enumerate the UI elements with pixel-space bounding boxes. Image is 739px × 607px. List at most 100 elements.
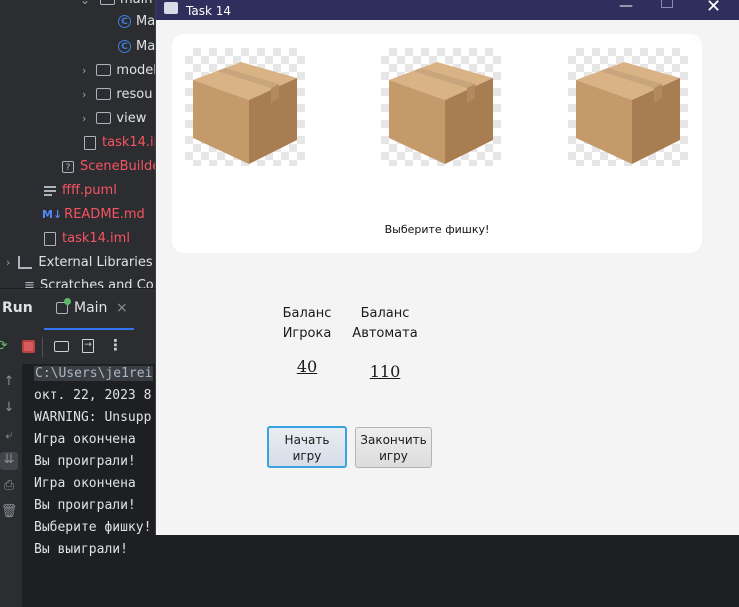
tree-item-scratches[interactable]: ≡ Scratches and Co bbox=[24, 276, 154, 288]
player-balance-value: 40 bbox=[296, 357, 318, 376]
player-balance-label: Баланс Игрока bbox=[271, 304, 343, 344]
stop-icon[interactable] bbox=[22, 340, 35, 353]
tree-item-label: view bbox=[116, 111, 147, 126]
tree-item-task14-iml[interactable]: task14.iml bbox=[44, 228, 130, 250]
scroll-to-end-icon[interactable]: ⇊ bbox=[0, 452, 18, 470]
console-line: Выберите фишку! bbox=[34, 520, 152, 535]
tree-item-label: model bbox=[116, 63, 157, 78]
app-icon bbox=[164, 2, 178, 14]
markdown-icon: M↓ bbox=[42, 208, 63, 221]
tree-item-class-2[interactable]: C Ma bbox=[118, 36, 155, 58]
exit-icon[interactable]: → bbox=[82, 339, 94, 353]
chip-box-1[interactable] bbox=[185, 48, 305, 166]
console-line: WARNING: Unsupp bbox=[34, 410, 152, 425]
arrow-down-icon[interactable]: ↓ bbox=[0, 400, 18, 418]
tree-item-ffff-puml[interactable]: ffff.puml bbox=[44, 180, 117, 202]
file-icon bbox=[84, 135, 96, 150]
tab-main-label: Main bbox=[74, 300, 108, 316]
machine-balance-label: Баланс Автомата bbox=[348, 304, 422, 344]
folder-icon bbox=[100, 0, 115, 5]
tree-item-label: SceneBuilde bbox=[80, 159, 161, 174]
chevron-right-icon[interactable]: › bbox=[82, 88, 86, 101]
file-icon bbox=[44, 231, 56, 246]
console-line: окт. 22, 2023 8 bbox=[34, 388, 152, 403]
button-label-line: игру bbox=[292, 449, 322, 463]
tree-item-class-1[interactable]: C Ma bbox=[118, 11, 155, 33]
label-line: Автомата bbox=[352, 326, 418, 341]
tree-item-readme[interactable]: M↓ README.md bbox=[42, 204, 145, 226]
tree-item-label: Ma bbox=[136, 39, 156, 54]
tree-item-resources[interactable]: › resou bbox=[82, 84, 152, 106]
window-titlebar[interactable]: Task 14 — ✕ bbox=[156, 0, 739, 20]
tree-item-label: resou bbox=[116, 87, 153, 102]
tree-item-model[interactable]: › model bbox=[82, 60, 157, 82]
rerun-icon[interactable]: ⟳ bbox=[0, 338, 8, 354]
chevron-right-icon[interactable]: › bbox=[6, 256, 10, 269]
camera-icon[interactable] bbox=[54, 341, 69, 352]
trash-icon[interactable]: 🗑 bbox=[0, 504, 18, 522]
tab-main[interactable]: Main × bbox=[44, 292, 134, 330]
tree-item-label: Scratches and Co bbox=[40, 278, 154, 288]
cardboard-box-icon bbox=[193, 62, 297, 164]
chip-selection-card: Выберите фишку! bbox=[172, 34, 702, 253]
panel-divider bbox=[0, 288, 155, 289]
arrow-up-icon[interactable]: ↑ bbox=[0, 374, 18, 392]
soft-wrap-icon[interactable]: ⤶ bbox=[0, 428, 18, 446]
machine-balance-value: 110 bbox=[369, 362, 401, 381]
tree-item-label: Ma bbox=[136, 14, 156, 29]
cardboard-box-icon bbox=[389, 62, 493, 164]
button-label-line: Начать bbox=[284, 433, 330, 447]
chevron-right-icon[interactable]: › bbox=[82, 64, 86, 77]
label-line: Баланс bbox=[282, 306, 332, 321]
folder-icon bbox=[96, 87, 112, 100]
help-icon: ? bbox=[62, 160, 74, 173]
maximize-icon[interactable] bbox=[661, 0, 673, 8]
console-line: Игра окончена bbox=[34, 432, 136, 447]
print-icon[interactable]: ⎙ bbox=[0, 478, 18, 496]
class-icon: C bbox=[118, 15, 131, 28]
run-panel-title: Run bbox=[2, 300, 33, 316]
folder-icon bbox=[96, 111, 112, 124]
start-game-button[interactable]: Начать игру bbox=[267, 426, 347, 468]
hint-text: Выберите фишку! bbox=[384, 223, 490, 236]
tree-item-label: ffff.puml bbox=[62, 183, 117, 198]
chip-box-2[interactable] bbox=[381, 48, 501, 166]
minimize-icon[interactable]: — bbox=[619, 0, 633, 14]
console-line: Игра окончена bbox=[34, 476, 136, 491]
class-icon: C bbox=[118, 40, 131, 53]
label-line: Игрока bbox=[282, 326, 332, 341]
tree-item-label: README.md bbox=[64, 207, 145, 222]
chevron-right-icon[interactable]: › bbox=[82, 112, 86, 125]
tree-item-task14-iml-inner[interactable]: task14.im bbox=[84, 132, 166, 154]
cardboard-box-icon bbox=[576, 62, 680, 164]
more-options-icon[interactable]: ⋮ bbox=[108, 336, 123, 354]
label-line: Баланс bbox=[360, 306, 410, 321]
close-icon[interactable]: ✕ bbox=[706, 0, 721, 17]
tree-item-main[interactable]: ⌄ main bbox=[80, 0, 152, 11]
tree-item-label: task14.iml bbox=[62, 231, 130, 246]
toolbar-separator bbox=[42, 337, 43, 357]
tree-item-label: External Libraries bbox=[38, 255, 153, 270]
console-line: Вы выиграли! bbox=[34, 542, 128, 557]
button-label-line: Закончить bbox=[360, 433, 427, 447]
console-line: C:\Users\je1rei bbox=[34, 366, 154, 381]
chip-box-3[interactable] bbox=[568, 48, 688, 166]
chevron-down-icon[interactable]: ⌄ bbox=[80, 0, 90, 11]
folder-icon bbox=[96, 63, 112, 76]
console-line: Вы проиграли! bbox=[34, 498, 136, 513]
app-window: Task 14 — ✕ Выберите фишку! Баланс Игрок… bbox=[155, 0, 739, 535]
console-line: Вы проиграли! bbox=[34, 454, 136, 469]
tree-item-label: main bbox=[120, 0, 152, 7]
tree-item-view[interactable]: › view bbox=[82, 108, 146, 130]
tree-item-scenebuilder[interactable]: ? SceneBuilde bbox=[62, 156, 160, 178]
end-game-button[interactable]: Закончить игру bbox=[355, 427, 432, 468]
text-file-icon bbox=[44, 184, 56, 198]
window-title: Task 14 bbox=[186, 4, 231, 18]
library-icon bbox=[18, 256, 33, 269]
run-toolbar: ⟳ → ⋮ bbox=[0, 334, 155, 362]
running-indicator bbox=[64, 298, 71, 305]
close-icon[interactable]: × bbox=[116, 300, 128, 316]
scratch-icon: ≡ bbox=[24, 278, 35, 288]
button-label-line: игру bbox=[379, 449, 408, 463]
tree-item-external-libraries[interactable]: › External Libraries bbox=[6, 252, 153, 274]
